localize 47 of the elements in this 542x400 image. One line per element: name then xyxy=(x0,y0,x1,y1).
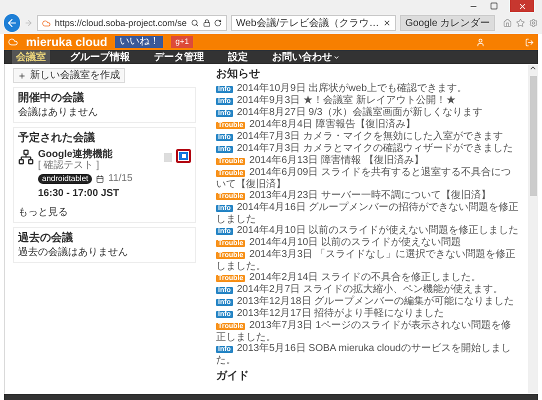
maximize-icon[interactable] xyxy=(490,2,498,10)
back-button[interactable] xyxy=(4,14,20,32)
refresh-icon[interactable] xyxy=(214,19,222,27)
section-title: 過去の会議 xyxy=(18,232,74,245)
lock-icon xyxy=(202,19,210,27)
org-chart-icon xyxy=(18,149,34,165)
meeting-time: 16:30 - 17:00 JST xyxy=(38,188,120,199)
like-button[interactable]: いいね！ xyxy=(115,36,164,48)
nav-item[interactable]: 会議室 xyxy=(12,50,50,64)
app-logo: mieruka cloud xyxy=(26,36,108,48)
close-button[interactable] xyxy=(510,0,534,12)
address-bar[interactable]: https://cloud.soba-project.com/se xyxy=(37,15,228,31)
new-room-button[interactable]: 新しい会議室を作成 xyxy=(13,68,125,83)
settings-icon[interactable] xyxy=(529,18,538,28)
section-title: 開催中の会議 xyxy=(18,92,85,105)
nav-item[interactable]: お問い合わせ xyxy=(268,50,344,64)
meeting-tag: androidtablet xyxy=(38,174,92,184)
scrollbar[interactable] xyxy=(528,64,538,394)
meeting-subtitle: [ 確認テスト ] xyxy=(38,160,100,171)
logo-icon xyxy=(8,37,18,47)
browser-tab[interactable]: Web会議/テレビ会議（クラウ… xyxy=(231,15,396,31)
guide-title: ガイド xyxy=(216,370,250,383)
nav-item[interactable]: グループ情報 xyxy=(66,50,134,64)
more-link[interactable]: もっと見る xyxy=(18,207,191,218)
nav-item[interactable]: 設定 xyxy=(224,50,252,64)
section-title: 予定された会議 xyxy=(18,132,96,145)
calendar-icon xyxy=(96,174,104,182)
plus-icon xyxy=(18,72,26,80)
user-icon[interactable] xyxy=(476,38,485,46)
empty-message: 過去の会議はありません xyxy=(18,247,129,258)
home-icon[interactable] xyxy=(503,18,512,28)
meeting-date: 11/15 xyxy=(108,173,133,184)
browser-tab[interactable]: Google カレンダー xyxy=(400,15,496,31)
news-title: お知らせ xyxy=(216,68,261,81)
back-arrow-icon xyxy=(6,17,18,29)
site-icon xyxy=(42,18,51,28)
empty-message: 会議はありません xyxy=(18,107,99,118)
scroll-up-icon[interactable] xyxy=(529,64,537,72)
meeting-title[interactable]: Google連携機能 xyxy=(38,149,112,160)
tab-close-icon[interactable] xyxy=(383,19,392,27)
logout-icon[interactable] xyxy=(525,38,534,46)
nav-item[interactable]: データ管理 xyxy=(150,50,208,64)
forward-icon[interactable] xyxy=(24,18,34,28)
close-icon xyxy=(518,2,526,10)
plus-button[interactable]: g+1 xyxy=(171,36,193,48)
search-icon[interactable] xyxy=(190,19,199,27)
star-icon[interactable] xyxy=(516,18,526,28)
